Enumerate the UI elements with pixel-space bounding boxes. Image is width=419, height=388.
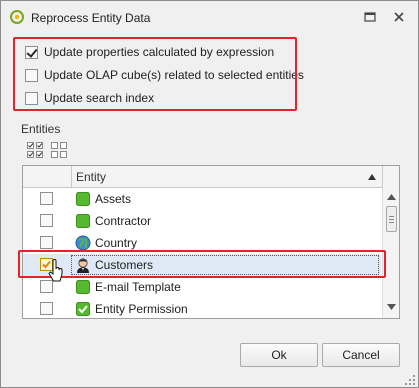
restore-window-icon[interactable]	[363, 10, 377, 24]
option-update-olap[interactable]: Update OLAP cube(s) related to selected …	[25, 66, 304, 84]
option-update-search-index[interactable]: Update search index	[25, 89, 154, 107]
table-row[interactable]: Assets	[23, 188, 381, 210]
table-row-selected[interactable]: Customers	[23, 254, 381, 276]
row-checkbox[interactable]	[40, 236, 53, 249]
option-label: Update search index	[44, 91, 155, 105]
grip-line	[389, 222, 394, 223]
entity-column-header[interactable]: Entity	[76, 170, 106, 184]
app-logo-icon	[10, 10, 24, 24]
reprocess-entity-data-dialog: Reprocess Entity Data Update properties …	[0, 0, 419, 388]
row-checkbox[interactable]	[40, 192, 53, 205]
window-title: Reprocess Entity Data	[31, 11, 151, 25]
entity-name: Contractor	[95, 214, 152, 228]
vertical-scrollbar[interactable]	[382, 188, 399, 318]
update-olap-checkbox[interactable]	[25, 68, 38, 82]
update-properties-checkbox[interactable]	[25, 45, 38, 59]
green-square-icon	[76, 280, 90, 294]
entity-name: E-mail Template	[95, 280, 181, 294]
option-label: Update OLAP cube(s) related to selected …	[44, 68, 304, 82]
close-icon[interactable]	[392, 10, 406, 24]
resize-grip-icon[interactable]	[405, 375, 417, 387]
green-square-icon	[76, 192, 90, 206]
table-row[interactable]: Contractor	[23, 210, 381, 232]
entity-name: Country	[95, 236, 138, 250]
option-update-properties[interactable]: Update properties calculated by expressi…	[25, 43, 274, 61]
mouse-cursor-icon	[48, 259, 63, 282]
grip-line	[389, 219, 394, 220]
row-checkbox[interactable]	[40, 214, 53, 227]
green-square-icon	[76, 214, 90, 228]
grid-header: Entity	[23, 166, 399, 188]
scrollbar-header-cap	[382, 166, 399, 188]
entities-label: Entities	[21, 122, 61, 136]
header-separator	[71, 166, 72, 188]
title-bar: Reprocess Entity Data	[1, 1, 418, 34]
table-row[interactable]: Country	[23, 232, 381, 254]
option-label: Update properties calculated by expressi…	[44, 45, 275, 59]
scrollbar-thumb[interactable]	[386, 206, 397, 232]
update-search-index-checkbox[interactable]	[25, 91, 38, 105]
globe-icon	[75, 235, 91, 251]
entity-name: Entity Permission	[95, 302, 188, 316]
grip-line	[389, 216, 394, 217]
select-all-icon[interactable]	[27, 142, 43, 158]
sort-ascending-icon	[368, 174, 376, 180]
scroll-up-arrow-icon[interactable]	[387, 194, 396, 200]
green-check-icon	[76, 302, 90, 316]
entity-name: Assets	[95, 192, 132, 206]
row-checkbox[interactable]	[40, 302, 53, 315]
person-icon	[77, 258, 89, 273]
entities-grid: Entity Assets Contractor Country Custome…	[22, 165, 400, 319]
table-row[interactable]: E-mail Template	[23, 276, 381, 298]
scroll-down-arrow-icon[interactable]	[387, 304, 396, 310]
entity-name: Customers	[95, 258, 154, 272]
cancel-button[interactable]: Cancel	[322, 343, 400, 367]
table-row[interactable]: Entity Permission	[23, 298, 381, 318]
deselect-all-icon[interactable]	[51, 142, 67, 158]
ok-button[interactable]: Ok	[240, 343, 318, 367]
